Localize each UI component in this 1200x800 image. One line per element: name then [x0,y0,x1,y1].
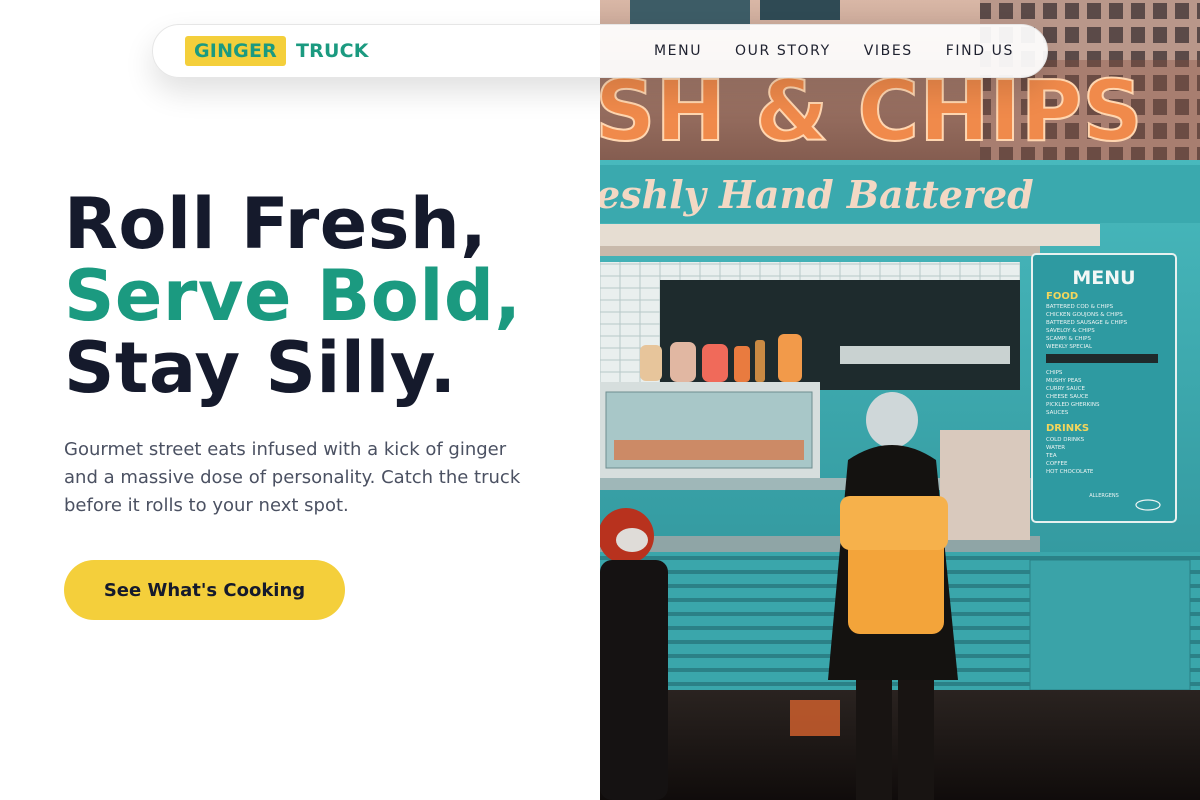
brand-logo[interactable]: GINGER TRUCK [185,36,369,66]
menu-board-item: BATTERED SAUSAGE & CHIPS [1046,320,1128,326]
menu-board-item: CHIPS [1046,370,1063,376]
menu-board-item: WEEKLY SPECIAL [1046,344,1093,350]
see-whats-cooking-button[interactable]: See What's Cooking [64,560,345,620]
hero-section: Roll Fresh, Serve Bold, Stay Silly. Gour… [64,188,584,620]
top-nav: GINGER TRUCK MENU OUR STORY VIBES FIND U… [152,24,1048,78]
menu-board: MENU FOOD BATTERED COD & CHIPS CHICKEN GO… [1031,253,1177,523]
menu-board-item: SCAMPI & CHIPS [1046,336,1091,342]
menu-board-item: SAUCES [1046,410,1069,416]
svg-text:FOOD: FOOD [1046,291,1078,302]
nav-link-vibes[interactable]: VIBES [864,43,913,59]
svg-text:ALLERGENS: ALLERGENS [1089,493,1119,499]
menu-board-item: PICKLED GHERKINS [1046,402,1100,408]
nav-links: MENU OUR STORY VIBES FIND US [654,43,1014,59]
menu-board-item: COFFEE [1046,461,1068,467]
logo-truck: TRUCK [295,40,369,62]
nav-link-our-story[interactable]: OUR STORY [735,43,831,59]
svg-text:eshly Hand Battered: eshly Hand Battered [600,172,1034,217]
menu-board-item: WATER [1046,445,1065,451]
menu-board-item: HOT CHOCOLATE [1046,469,1094,475]
hero-description: Gourmet street eats infused with a kick … [64,439,521,516]
menu-board-item: CURRY SAUCE [1046,386,1085,392]
nav-link-find-us[interactable]: FIND US [946,43,1014,59]
menu-board-item: CHICKEN GOUJONS & CHIPS [1046,312,1123,318]
page: SH & CHIPS eshly Hand Battered MENU FOOD… [0,0,1200,800]
menu-board-item: CHEESE SAUCE [1046,394,1089,400]
menu-board-item: TEA [1045,453,1057,459]
logo-ginger: GINGER [185,36,286,66]
hero-headline: Roll Fresh, Serve Bold, Stay Silly. [64,188,584,404]
headline-line-3: Stay Silly. [64,327,457,409]
menu-board-item: COLD DRINKS [1046,437,1085,443]
headline-line-1: Roll Fresh, [64,183,488,265]
nav-link-menu[interactable]: MENU [654,43,702,59]
menu-board-item: BATTERED COD & CHIPS [1046,304,1114,310]
svg-text:DRINKS: DRINKS [1046,423,1089,434]
menu-board-item: MUSHY PEAS [1046,378,1082,384]
svg-text:MENU: MENU [1072,267,1135,289]
headline-line-2: Serve Bold, [64,255,522,337]
menu-board-item: SAVELOY & CHIPS [1046,328,1095,334]
hero-photo: SH & CHIPS eshly Hand Battered MENU FOOD… [600,0,1200,800]
